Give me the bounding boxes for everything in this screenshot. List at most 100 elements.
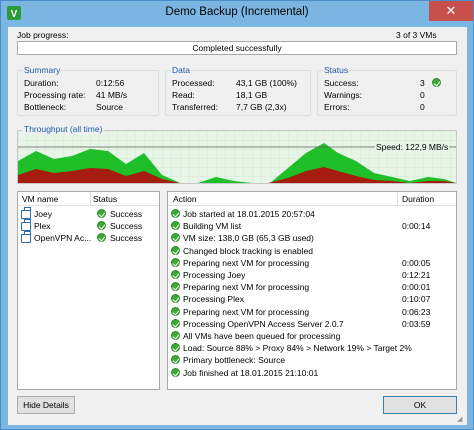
action-log-row[interactable]: Processing OpenVPN Access Server 2.0.7 0:… [168,318,456,330]
column-separator [90,192,91,206]
action-log-row[interactable]: Preparing next VM for processing 0:06:23 [168,306,456,318]
status-warnings-value: 0 [420,90,425,100]
action-log-row[interactable]: Changed block tracking is enabled [168,245,456,257]
action-log-row[interactable]: All VMs have been queued for processing [168,330,456,342]
summary-rate-row: Processing rate: 41 MB/s [24,90,152,101]
success-check-icon [171,245,180,255]
status-warnings-row: Warnings: 0 [324,90,450,101]
action-log-row[interactable]: Job started at 18.01.2015 20:57:04 [168,208,456,220]
action-text: Preparing next VM for processing [183,306,310,317]
vm-list-header: VM name Status [18,192,159,206]
action-text: Building VM list [183,221,242,232]
status-warnings-label: Warnings: [324,90,362,100]
action-column-header[interactable]: Action [173,194,197,204]
success-check-icon [171,294,180,304]
success-check-icon [171,282,180,292]
vm-row[interactable]: Plex Success [18,219,159,232]
success-check-icon [171,343,180,353]
data-title: Data [171,65,191,75]
throughput-title: Throughput (all time) [22,124,105,134]
action-log-row[interactable]: Load: Source 88% > Proxy 84% > Network 1… [168,342,456,354]
backup-job-window: V Demo Backup (Incremental) ✕ Job progre… [0,0,474,430]
summary-duration-value: 0:12:56 [96,78,125,88]
vm-count: 3 of 3 VMs [396,30,437,40]
action-text: Job started at 18.01.2015 20:57:04 [183,209,315,219]
resize-grip-icon[interactable]: ◢ [457,415,465,423]
action-log-row[interactable]: VM size: 138,0 GB (65,3 GB used) [168,232,456,244]
vm-icon [21,231,31,243]
success-check-icon [171,221,180,231]
status-errors-value: 0 [420,102,425,112]
vm-icon [21,207,31,219]
action-log-panel[interactable]: Action Duration Job started at 18.01.201… [167,191,457,390]
vm-row[interactable]: OpenVPN Ac... Success [18,231,159,244]
action-duration: 0:03:59 [402,318,431,329]
data-read-row: Read: 18,1 GB [172,90,304,101]
success-check-icon [171,257,180,267]
action-log-row[interactable]: Preparing next VM for processing 0:00:05 [168,257,456,269]
action-log-row[interactable]: Processing Joey 0:12:21 [168,269,456,281]
hide-details-button[interactable]: Hide Details [17,396,75,414]
action-text: Primary bottleneck: Source [183,355,286,366]
success-check-icon [432,78,441,87]
throughput-chart: Speed: 122,9 MB/s [17,130,457,184]
throughput-graph [18,131,456,183]
summary-title: Summary [23,65,62,75]
data-transferred-row: Transferred: 7,7 GB (2,3x) [172,102,304,113]
status-errors-label: Errors: [324,102,350,112]
action-duration: 0:00:01 [402,282,431,293]
data-processed-label: Processed: [172,78,215,88]
status-title: Status [323,65,350,75]
vm-name: OpenVPN Ac... [34,233,92,243]
summary-bottleneck-value: Source [96,102,123,112]
ok-button[interactable]: OK [383,396,457,414]
summary-duration-label: Duration: [24,78,59,88]
action-log-row[interactable]: Processing Plex 0:10:07 [168,293,456,305]
vm-name: Plex [34,221,51,231]
action-text: Load: Source 88% > Proxy 84% > Network 1… [183,343,412,354]
success-check-icon [171,355,180,365]
success-check-icon [171,331,180,340]
data-processed-value: 43,1 GB (100%) [236,78,297,88]
job-progress-label: Job progress: [17,30,69,40]
vm-list-panel[interactable]: VM name Status Joey Success Plex Success… [17,191,160,390]
vm-name-column-header[interactable]: VM name [22,194,58,204]
close-button[interactable]: ✕ [429,1,473,21]
status-group: Status Success: 3 Warnings: 0 Errors: 0 [317,65,457,116]
summary-bottleneck-row: Bottleneck: Source [24,102,152,113]
status-errors-row: Errors: 0 [324,102,450,113]
action-log-row[interactable]: Primary bottleneck: Source [168,354,456,366]
vm-status: Success [110,233,143,243]
job-progress-bar: Completed successfully [17,41,457,55]
success-check-icon [171,318,180,328]
vm-icon [21,219,31,231]
title-bar[interactable]: V Demo Backup (Incremental) ✕ [1,1,473,25]
action-log-header: Action Duration [168,192,456,206]
vm-status: Success [110,209,143,219]
data-transferred-value: 7,7 GB (2,3x) [236,102,287,112]
data-read-value: 18,1 GB [236,90,268,100]
vm-row[interactable]: Joey Success [18,207,159,220]
action-text: Job finished at 18.01.2015 21:10:01 [183,367,319,378]
summary-duration-row: Duration: 0:12:56 [24,78,152,89]
dialog-body: Job progress: 3 of 3 VMs Completed succe… [8,27,467,425]
success-check-icon [97,221,106,230]
summary-bottleneck-label: Bottleneck: [24,102,67,112]
success-check-icon [171,233,180,243]
action-log-row[interactable]: Job finished at 18.01.2015 21:10:01 [168,367,456,379]
status-success-label: Success: [324,78,359,88]
window-title: Demo Backup (Incremental) [165,6,309,18]
success-check-icon [171,270,180,279]
action-text: Processing Joey [183,270,246,280]
success-check-icon [97,209,106,218]
action-log-row[interactable]: Building VM list 0:00:14 [168,220,456,232]
action-text: Processing OpenVPN Access Server 2.0.7 [183,318,344,329]
action-duration: 0:10:07 [402,294,431,305]
data-transferred-label: Transferred: [172,102,218,112]
success-check-icon [171,367,180,377]
duration-column-header[interactable]: Duration [402,194,434,204]
action-duration: 0:00:14 [402,221,431,232]
action-log-row[interactable]: Preparing next VM for processing 0:00:01 [168,281,456,293]
summary-rate-label: Processing rate: [24,90,86,100]
vm-status-column-header[interactable]: Status [93,194,117,204]
